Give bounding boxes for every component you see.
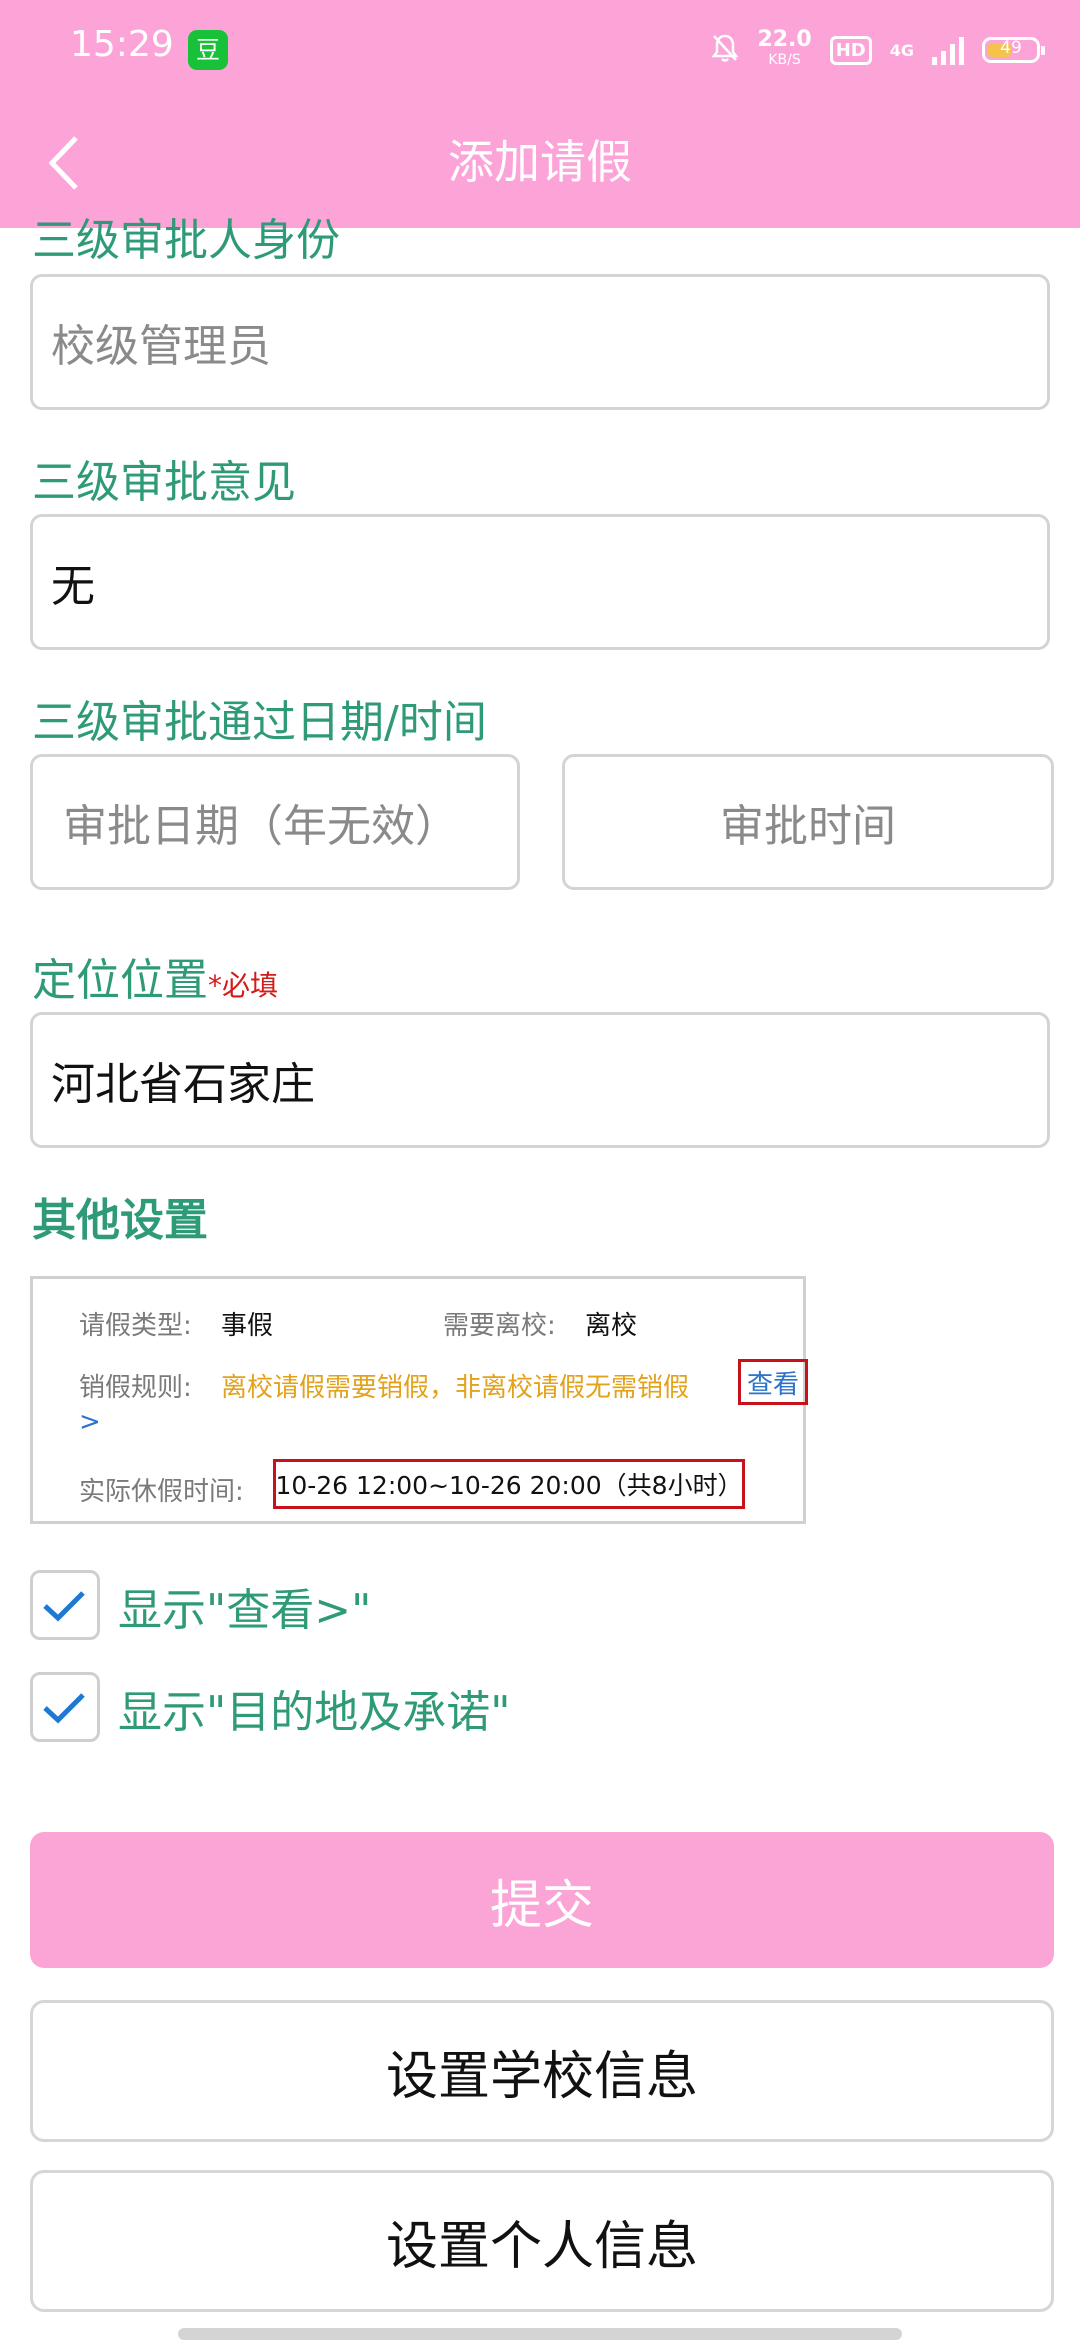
level3-identity-input[interactable]: 校级管理员 [30,274,1050,410]
cancel-rule-value: 离校请假需要销假，非离校请假无需销假 [221,1373,690,1403]
set-school-info-button[interactable]: 设置学校信息 [30,2000,1054,2142]
other-settings-label: 其他设置 [32,1195,208,1246]
header-overlay [0,0,1080,228]
show-view-checkbox[interactable] [30,1570,100,1640]
leave-school-value: 离校 [585,1311,638,1341]
location-input[interactable]: 河北省石家庄 [30,1012,1050,1148]
show-view-label[interactable]: 显示"查看>" [118,1574,371,1638]
check-icon [43,1693,85,1724]
location-label-row: 定位位置*必填 [32,944,278,1008]
show-destination-label[interactable]: 显示"目的地及承诺" [118,1676,510,1740]
show-destination-checkbox[interactable] [30,1672,100,1742]
leave-type-value: 事假 [221,1311,274,1341]
required-mark: *必填 [208,969,279,1002]
view-link[interactable]: 查看 [738,1359,808,1405]
set-personal-info-button[interactable]: 设置个人信息 [30,2170,1054,2312]
gesture-bar[interactable] [178,2328,902,2340]
approval-date-input[interactable]: 审批日期（年无效） [30,754,520,890]
level3-opinion-input[interactable]: 无 [30,514,1050,650]
location-label: 定位位置 [32,955,208,1006]
view-arrow: > [79,1407,101,1437]
leave-type-label: 请假类型: [79,1311,192,1341]
level3-opinion-label: 三级审批意见 [32,457,296,508]
leave-preview-card: 请假类型: 事假 需要离校: 离校 销假规则: 离校请假需要销假，非离校请假无需… [30,1276,808,1524]
cancel-rule-label: 销假规则: [79,1373,192,1403]
actual-time-value: 10-26 12:00~10-26 20:00（共8小时） [273,1459,745,1509]
check-icon [43,1591,85,1622]
approval-time-input[interactable]: 审批时间 [562,754,1054,890]
level3-datetime-label: 三级审批通过日期/时间 [32,697,487,748]
actual-time-label: 实际休假时间: [79,1477,244,1507]
leave-school-label: 需要离校: [443,1311,556,1341]
submit-button[interactable]: 提交 [30,1832,1054,1968]
